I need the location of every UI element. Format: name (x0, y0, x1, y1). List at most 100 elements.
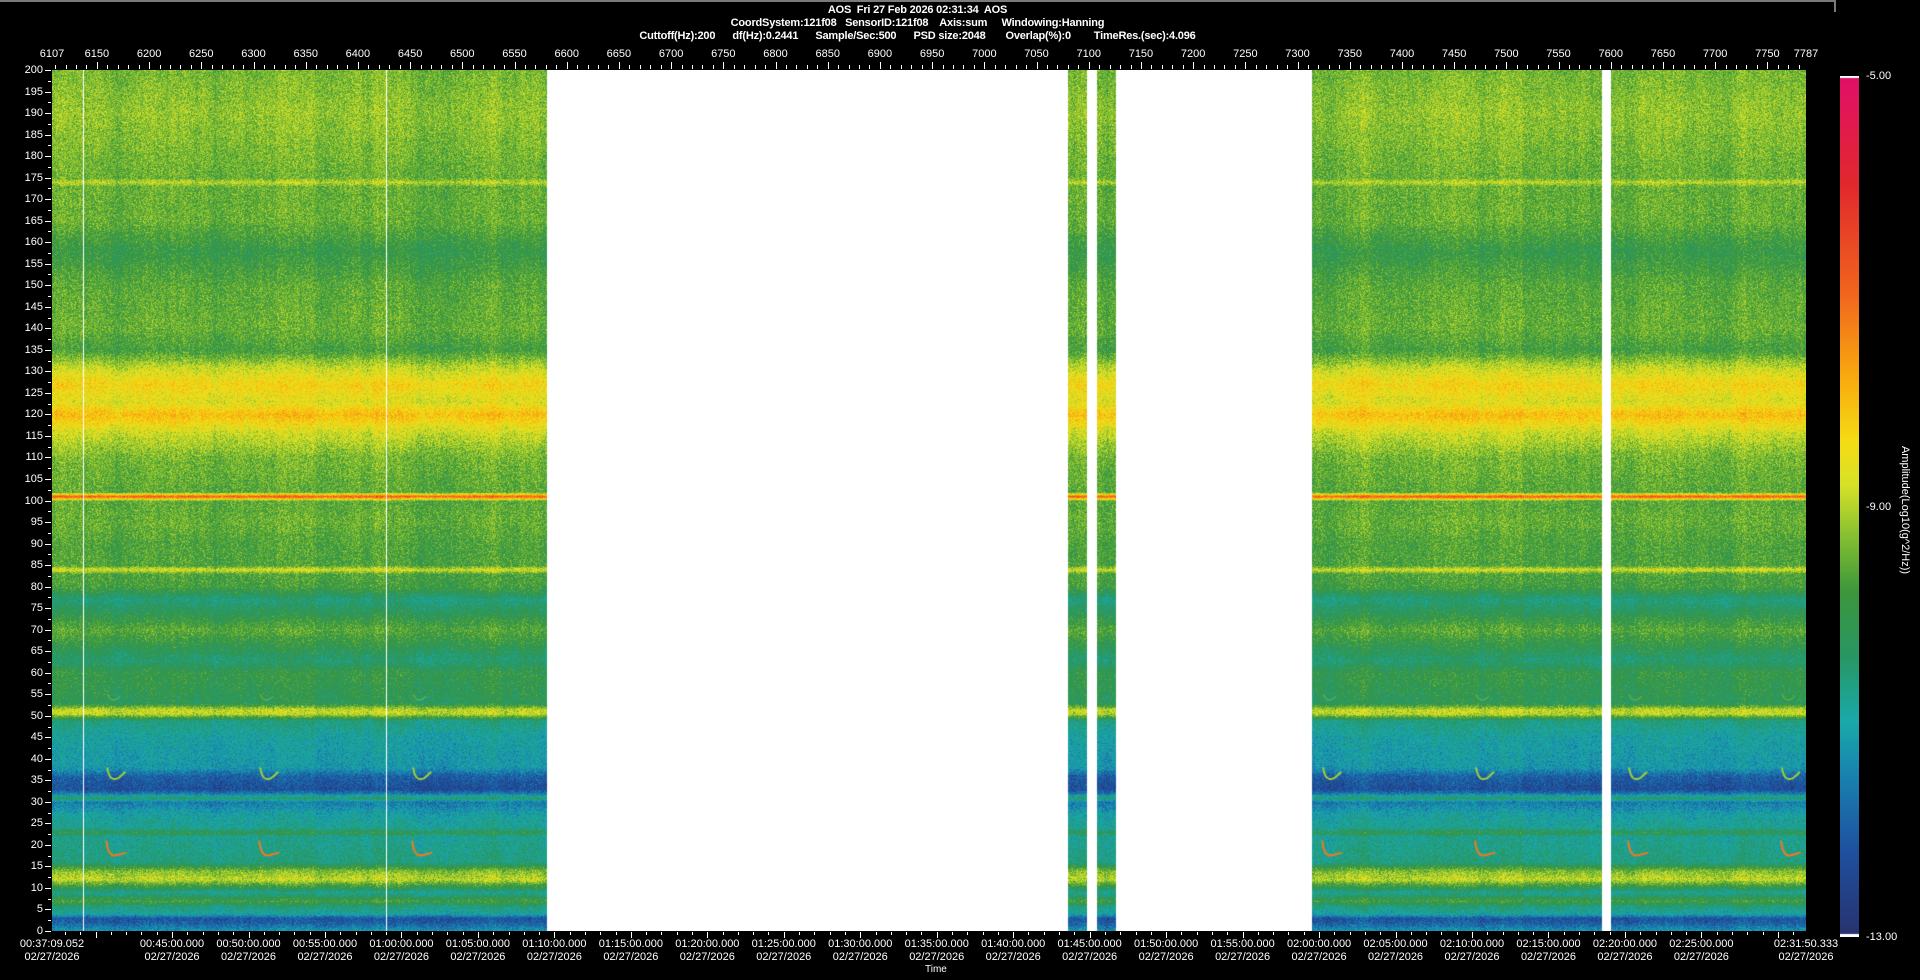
top-tick (1569, 65, 1570, 69)
y-tick (45, 457, 51, 459)
time-tick (967, 932, 969, 935)
top-tick (1078, 65, 1080, 69)
time-tick (982, 932, 984, 935)
top-tick (587, 65, 589, 69)
top-tick (712, 65, 714, 69)
y-tick (48, 834, 51, 836)
top-tick (994, 65, 996, 69)
date-tick-label: 02/27/2026 (1778, 951, 1834, 963)
date-tick-label: 02/27/2026 (373, 951, 429, 963)
top-tick (890, 65, 892, 69)
time-tick-label: 00:45:00.000 (139, 938, 205, 950)
top-tick-label: 7400 (1389, 48, 1415, 60)
y-tick (48, 382, 51, 384)
time-tick (80, 932, 82, 935)
time-tick (1762, 932, 1764, 935)
date-tick-label: 02/27/2026 (1062, 951, 1118, 963)
y-tick (45, 328, 51, 330)
top-tick (848, 65, 850, 69)
top-tick (1151, 65, 1153, 69)
time-tick (661, 932, 663, 935)
spectrogram-plot[interactable] (52, 70, 1806, 931)
y-tick (48, 683, 51, 685)
top-tick (1579, 65, 1581, 69)
top-tick (608, 65, 610, 69)
top-tick (389, 65, 391, 69)
top-tick (1297, 62, 1299, 69)
top-tick (524, 65, 526, 69)
y-tick (45, 199, 51, 201)
time-tick (1731, 932, 1733, 935)
y-tick (45, 478, 51, 480)
y-tick (45, 887, 51, 889)
y-tick (45, 737, 51, 739)
top-tick-label: 7700 (1702, 48, 1728, 60)
top-tick (274, 65, 276, 69)
time-tick (753, 932, 755, 935)
time-tick-label: 02:00:00.000 (1286, 938, 1352, 950)
date-tick-label: 02/27/2026 (24, 951, 80, 963)
time-tick (1303, 932, 1305, 935)
top-tick-label: 6450 (397, 48, 423, 60)
top-tick-label: 7300 (1285, 48, 1310, 60)
top-tick-label: 6300 (241, 48, 266, 60)
time-tick (1426, 932, 1428, 935)
y-tick (45, 672, 51, 674)
top-tick (900, 65, 902, 69)
time-tick (340, 932, 342, 935)
y-tick (45, 435, 51, 437)
time-tick-label: 02:15:00.000 (1516, 938, 1581, 950)
time-tick-label: 00:55:00.000 (292, 938, 358, 950)
top-tick (1652, 65, 1654, 69)
top-tick (1224, 65, 1226, 69)
top-tick (1725, 65, 1727, 69)
top-tick-label: 6800 (763, 48, 788, 60)
time-tick (906, 932, 908, 935)
top-tick (1182, 65, 1184, 69)
top-tick (1422, 65, 1424, 69)
y-tick-label: 115 (25, 429, 43, 442)
top-tick (1036, 62, 1038, 69)
header-params-line-1: CoordSystem:121f08 SensorID:121f08 Axis:… (730, 17, 1105, 29)
time-tick (217, 932, 219, 935)
time-tick (1334, 932, 1336, 935)
y-tick-label: 5 (36, 903, 43, 916)
time-tick-label: 02:20:00.000 (1592, 938, 1658, 950)
colorbar-tick-label: -5.00 (1866, 70, 1892, 82)
y-tick-label: 0 (36, 925, 43, 937)
date-tick-label: 02/27/2026 (450, 951, 506, 963)
y-tick (48, 898, 51, 900)
top-tick (1610, 62, 1612, 69)
y-tick (45, 414, 51, 416)
y-tick (45, 285, 51, 287)
y-tick (48, 468, 51, 470)
top-tick (1788, 65, 1790, 69)
y-tick (48, 726, 51, 728)
y-tick (45, 242, 51, 244)
top-tick (76, 65, 77, 69)
time-tick (1609, 932, 1611, 935)
time-tick-label: 01:55:00.000 (1210, 938, 1275, 950)
y-tick (48, 640, 51, 642)
top-tick (953, 65, 954, 69)
top-tick-label: 7100 (1076, 48, 1101, 60)
top-tick (305, 62, 307, 69)
top-tick (462, 62, 464, 69)
top-tick (1736, 65, 1738, 69)
date-tick-label: 02/27/2026 (1520, 951, 1576, 963)
y-tick (45, 758, 51, 760)
top-tick (1642, 65, 1644, 69)
colorbar (1840, 76, 1859, 937)
top-tick (806, 65, 808, 69)
top-tick (1255, 65, 1257, 69)
time-tick-label: 02:31:50.333 (1773, 938, 1839, 950)
y-tick (48, 231, 51, 233)
y-tick (48, 575, 51, 577)
top-tick (1193, 62, 1195, 69)
top-tick (556, 65, 558, 69)
top-tick (107, 65, 109, 69)
top-tick-label: 7000 (972, 48, 997, 60)
spectrogram-canvas[interactable] (52, 70, 1806, 931)
date-tick-label: 02/27/2026 (1138, 951, 1194, 963)
y-tick-label: 20 (30, 838, 43, 851)
